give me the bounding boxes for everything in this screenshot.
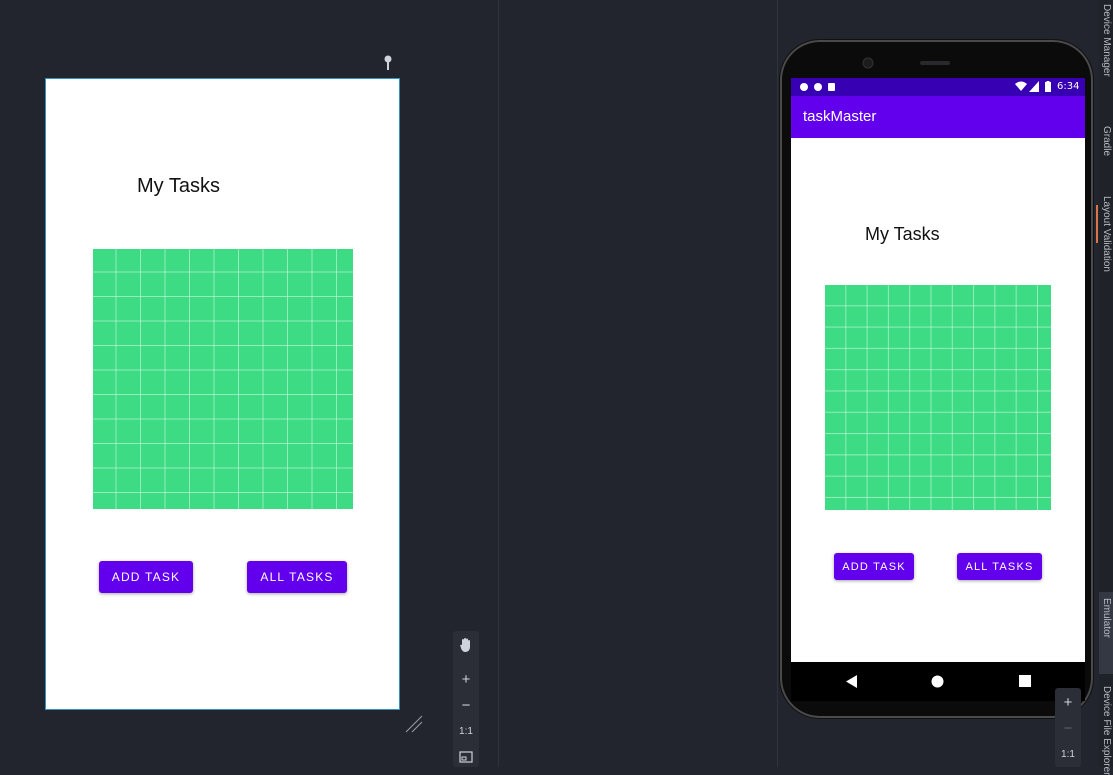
tool-window-gradle[interactable]: Gradle — [1101, 126, 1112, 156]
emulator-screen[interactable]: 6:34 taskMaster My Tasks Add Task All Ta… — [791, 78, 1085, 701]
resize-handle-icon[interactable] — [404, 714, 424, 734]
add-task-button[interactable]: Add Task — [834, 553, 914, 580]
signal-icon — [1029, 81, 1039, 92]
zoom-in-button[interactable]: + — [1055, 690, 1081, 714]
all-tasks-button[interactable]: All Tasks — [247, 561, 347, 593]
home-icon[interactable] — [931, 675, 944, 688]
pin-icon[interactable] — [382, 55, 394, 71]
my-tasks-heading: My Tasks — [137, 175, 220, 197]
camera-icon — [862, 57, 950, 69]
design-preview-canvas[interactable]: My Tasks Add Task All Tasks — [45, 78, 400, 710]
add-task-button[interactable]: Add Task — [99, 561, 193, 593]
tool-window-emulator[interactable]: Emulator — [1101, 598, 1112, 638]
pane-divider-right — [777, 0, 778, 767]
design-zoom-controls: + − 1:1 — [453, 631, 479, 767]
strip-active-indicator — [1096, 205, 1098, 243]
task-image — [93, 249, 353, 509]
zoom-reset-button[interactable]: 1:1 — [1055, 742, 1081, 766]
all-tasks-button[interactable]: All Tasks — [957, 553, 1042, 580]
status-time: 6:34 — [1057, 81, 1080, 92]
tool-window-device-manager[interactable]: Device Manager — [1101, 4, 1112, 77]
zoom-reset-button[interactable]: 1:1 — [453, 719, 479, 743]
zoom-in-button[interactable]: + — [453, 667, 479, 691]
back-icon[interactable] — [846, 675, 858, 688]
app-bar: taskMaster — [791, 96, 1085, 138]
emulator-zoom-controls: + − 1:1 — [1055, 688, 1081, 767]
zoom-out-button[interactable]: − — [453, 693, 479, 717]
zoom-out-button[interactable]: − — [1055, 716, 1081, 740]
battery-icon — [1045, 81, 1051, 92]
task-image — [825, 285, 1051, 510]
tool-window-layout-validation[interactable]: Layout Validation — [1101, 196, 1112, 272]
pan-hand-icon[interactable] — [453, 633, 479, 657]
navigation-bar — [791, 662, 1085, 701]
fit-screen-icon[interactable] — [453, 745, 479, 769]
my-tasks-heading: My Tasks — [865, 224, 940, 244]
pane-divider-left — [498, 0, 499, 767]
status-bar: 6:34 — [791, 78, 1085, 96]
notification-icons — [800, 83, 835, 91]
wifi-icon — [1015, 81, 1027, 91]
tool-window-device-file-explorer[interactable]: Device File Explorer — [1101, 686, 1112, 775]
app-title: taskMaster — [803, 108, 877, 125]
recents-icon[interactable] — [1019, 675, 1031, 687]
